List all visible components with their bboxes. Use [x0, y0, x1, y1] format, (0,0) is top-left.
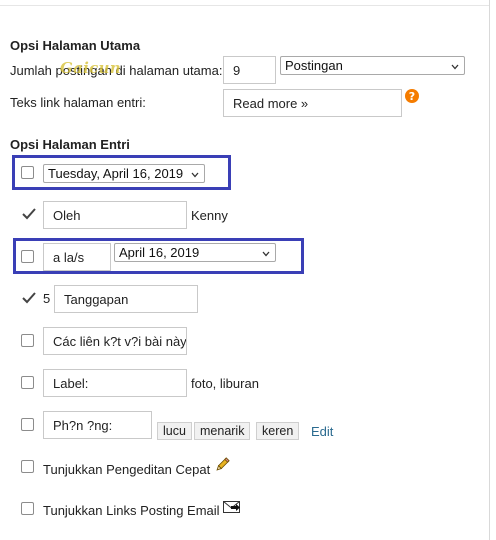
reaction-chip: lucu — [157, 422, 192, 440]
email-forward-icon — [223, 501, 240, 513]
reaction-chip: keren — [256, 422, 300, 440]
right-divider — [489, 0, 490, 540]
labels-checkbox[interactable] — [21, 376, 34, 389]
chevron-down-icon — [191, 172, 199, 177]
timestamp-checkbox[interactable] — [21, 250, 34, 263]
backlinks-checkbox[interactable] — [21, 334, 34, 347]
read-more-input[interactable]: Read more » — [223, 89, 402, 117]
author-prefix-input[interactable]: Oleh — [43, 201, 187, 229]
reaction-chip: menarik — [194, 422, 251, 440]
reactions-checkbox[interactable] — [21, 418, 34, 431]
posts-unit-select[interactable]: Postingan — [280, 56, 465, 75]
timestamp-format-select-value: April 16, 2019 — [119, 245, 200, 260]
section-title-post-page: Opsi Halaman Entri — [10, 137, 130, 152]
labels-prefix-input[interactable]: Label: — [43, 369, 187, 397]
quick-edit-checkbox[interactable] — [21, 460, 34, 473]
top-divider — [0, 5, 489, 6]
checkmark-icon — [22, 208, 36, 220]
quick-edit-label: Tunjukkan Pengeditan Cepat — [43, 462, 211, 477]
pencil-icon — [216, 457, 230, 471]
read-more-label: Teks link halaman entri: — [10, 95, 146, 110]
chevron-down-icon — [451, 64, 459, 69]
section-title-main-page: Opsi Halaman Utama — [10, 38, 141, 53]
chevron-down-icon — [262, 251, 270, 256]
labels-example: foto, liburan — [191, 376, 259, 391]
email-links-checkbox[interactable] — [21, 502, 34, 515]
timestamp-prefix-input[interactable]: a la/s — [43, 243, 111, 271]
date-header-select[interactable]: Tuesday, April 16, 2019 — [43, 164, 205, 183]
timestamp-format-select[interactable]: April 16, 2019 — [114, 243, 276, 262]
date-header-checkbox[interactable] — [21, 166, 34, 179]
posts-count-input[interactable]: 9 — [223, 56, 276, 84]
reactions-edit-link[interactable]: Edit — [311, 424, 333, 439]
comments-label-input[interactable]: Tanggapan — [54, 285, 198, 313]
reactions-label-input[interactable]: Ph?n ?ng: — [43, 411, 152, 439]
watermark: Gaicun — [60, 59, 121, 77]
author-name: Kenny — [191, 208, 228, 223]
email-links-label: Tunjukkan Links Posting Email — [43, 503, 220, 518]
checkmark-icon — [22, 292, 36, 304]
date-header-select-value: Tuesday, April 16, 2019 — [48, 166, 184, 181]
posts-unit-select-value: Postingan — [285, 58, 343, 73]
comments-checkbox[interactable] — [21, 291, 36, 304]
comments-count: 5 — [43, 291, 51, 306]
backlinks-label-input[interactable]: Các liên k?t v?i bài này — [43, 327, 187, 355]
author-checkbox[interactable] — [21, 207, 36, 220]
help-icon[interactable]: ? — [405, 89, 419, 103]
